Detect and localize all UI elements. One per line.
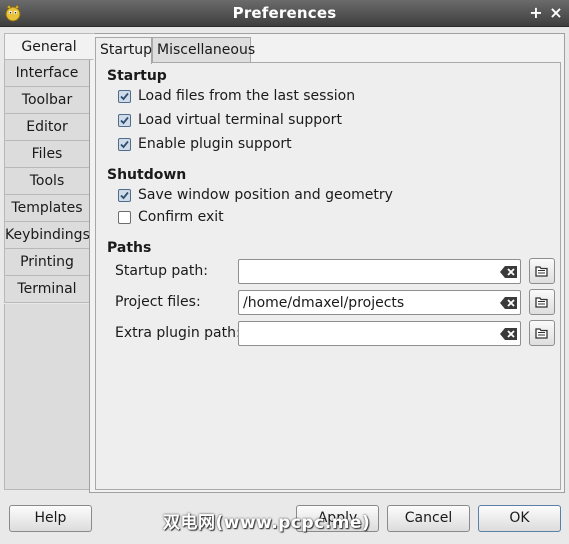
folder-open-icon	[535, 297, 548, 308]
plugin-support-option[interactable]: Enable plugin support	[118, 134, 292, 154]
window-titlebar: Preferences + ×	[0, 0, 569, 27]
plugin-support-checkbox[interactable]	[118, 137, 131, 151]
checkmark-icon	[120, 116, 129, 124]
load-session-checkbox[interactable]	[118, 89, 131, 103]
clear-field-icon[interactable]	[500, 265, 518, 279]
virtual-terminal-label: Load virtual terminal support	[138, 112, 342, 128]
help-button[interactable]: Help	[9, 505, 92, 532]
clear-field-icon[interactable]	[500, 327, 518, 341]
sidebar-item-printing[interactable]: Printing	[4, 249, 90, 276]
clear-field-icon[interactable]	[500, 296, 518, 310]
load-session-option[interactable]: Load files from the last session	[118, 86, 355, 106]
category-tabs: General Interface Toolbar Editor Files T…	[4, 33, 94, 303]
ok-button[interactable]: OK	[478, 505, 561, 532]
confirm-exit-checkbox[interactable]	[118, 210, 131, 224]
sidebar-item-keybindings[interactable]: Keybindings	[4, 222, 90, 249]
save-geometry-checkbox[interactable]	[118, 188, 131, 202]
sidebar-item-templates[interactable]: Templates	[4, 195, 90, 222]
close-button[interactable]: ×	[547, 3, 565, 23]
startup-path-label: Startup path:	[115, 263, 208, 279]
tab-miscellaneous[interactable]: Miscellaneous	[152, 37, 255, 63]
sidebar-item-editor[interactable]: Editor	[4, 114, 90, 141]
folder-open-icon	[535, 328, 548, 339]
window-title: Preferences	[232, 4, 337, 22]
extra-plugin-path-browse-button[interactable]	[529, 320, 555, 346]
virtual-terminal-option[interactable]: Load virtual terminal support	[118, 110, 342, 130]
sidebar-item-tools[interactable]: Tools	[4, 168, 90, 195]
checkmark-icon	[120, 92, 129, 100]
extra-plugin-path-label: Extra plugin path:	[115, 325, 241, 341]
sidebar-filler	[4, 304, 90, 490]
apply-button[interactable]: Apply	[296, 505, 379, 532]
checkmark-icon	[120, 191, 129, 199]
checkmark-icon	[120, 140, 129, 148]
folder-open-icon	[535, 266, 548, 277]
maximize-button[interactable]: +	[527, 3, 545, 23]
project-files-label: Project files:	[115, 294, 201, 310]
startup-path-input[interactable]	[238, 259, 521, 284]
sidebar-item-terminal[interactable]: Terminal	[4, 276, 90, 303]
sidebar-item-interface[interactable]: Interface	[4, 60, 90, 87]
apply-button-label: Apply	[317, 510, 358, 526]
tab-startup[interactable]: Startup	[95, 37, 152, 64]
virtual-terminal-checkbox[interactable]	[118, 113, 131, 127]
plugin-support-label: Enable plugin support	[138, 136, 292, 152]
cancel-button-label: Cancel	[404, 510, 453, 526]
cancel-button[interactable]: Cancel	[387, 505, 470, 532]
help-button-label: Help	[34, 510, 67, 526]
sidebar-item-files[interactable]: Files	[4, 141, 90, 168]
project-files-input[interactable]	[238, 290, 521, 315]
project-files-browse-button[interactable]	[529, 289, 555, 315]
load-session-label: Load files from the last session	[138, 88, 356, 104]
save-geometry-label: Save window position and geometry	[138, 187, 393, 203]
ok-button-label: OK	[509, 510, 530, 526]
confirm-exit-option[interactable]: Confirm exit	[118, 207, 224, 227]
paths-section-title: Paths	[107, 240, 152, 256]
startup-section-title: Startup	[107, 68, 167, 84]
sidebar-item-toolbar[interactable]: Toolbar	[4, 87, 90, 114]
startup-path-browse-button[interactable]	[529, 258, 555, 284]
extra-plugin-path-input[interactable]	[238, 321, 521, 346]
save-geometry-option[interactable]: Save window position and geometry	[118, 185, 393, 205]
sidebar-item-general[interactable]: General	[4, 33, 94, 60]
confirm-exit-label: Confirm exit	[138, 209, 224, 225]
shutdown-section-title: Shutdown	[107, 167, 187, 183]
